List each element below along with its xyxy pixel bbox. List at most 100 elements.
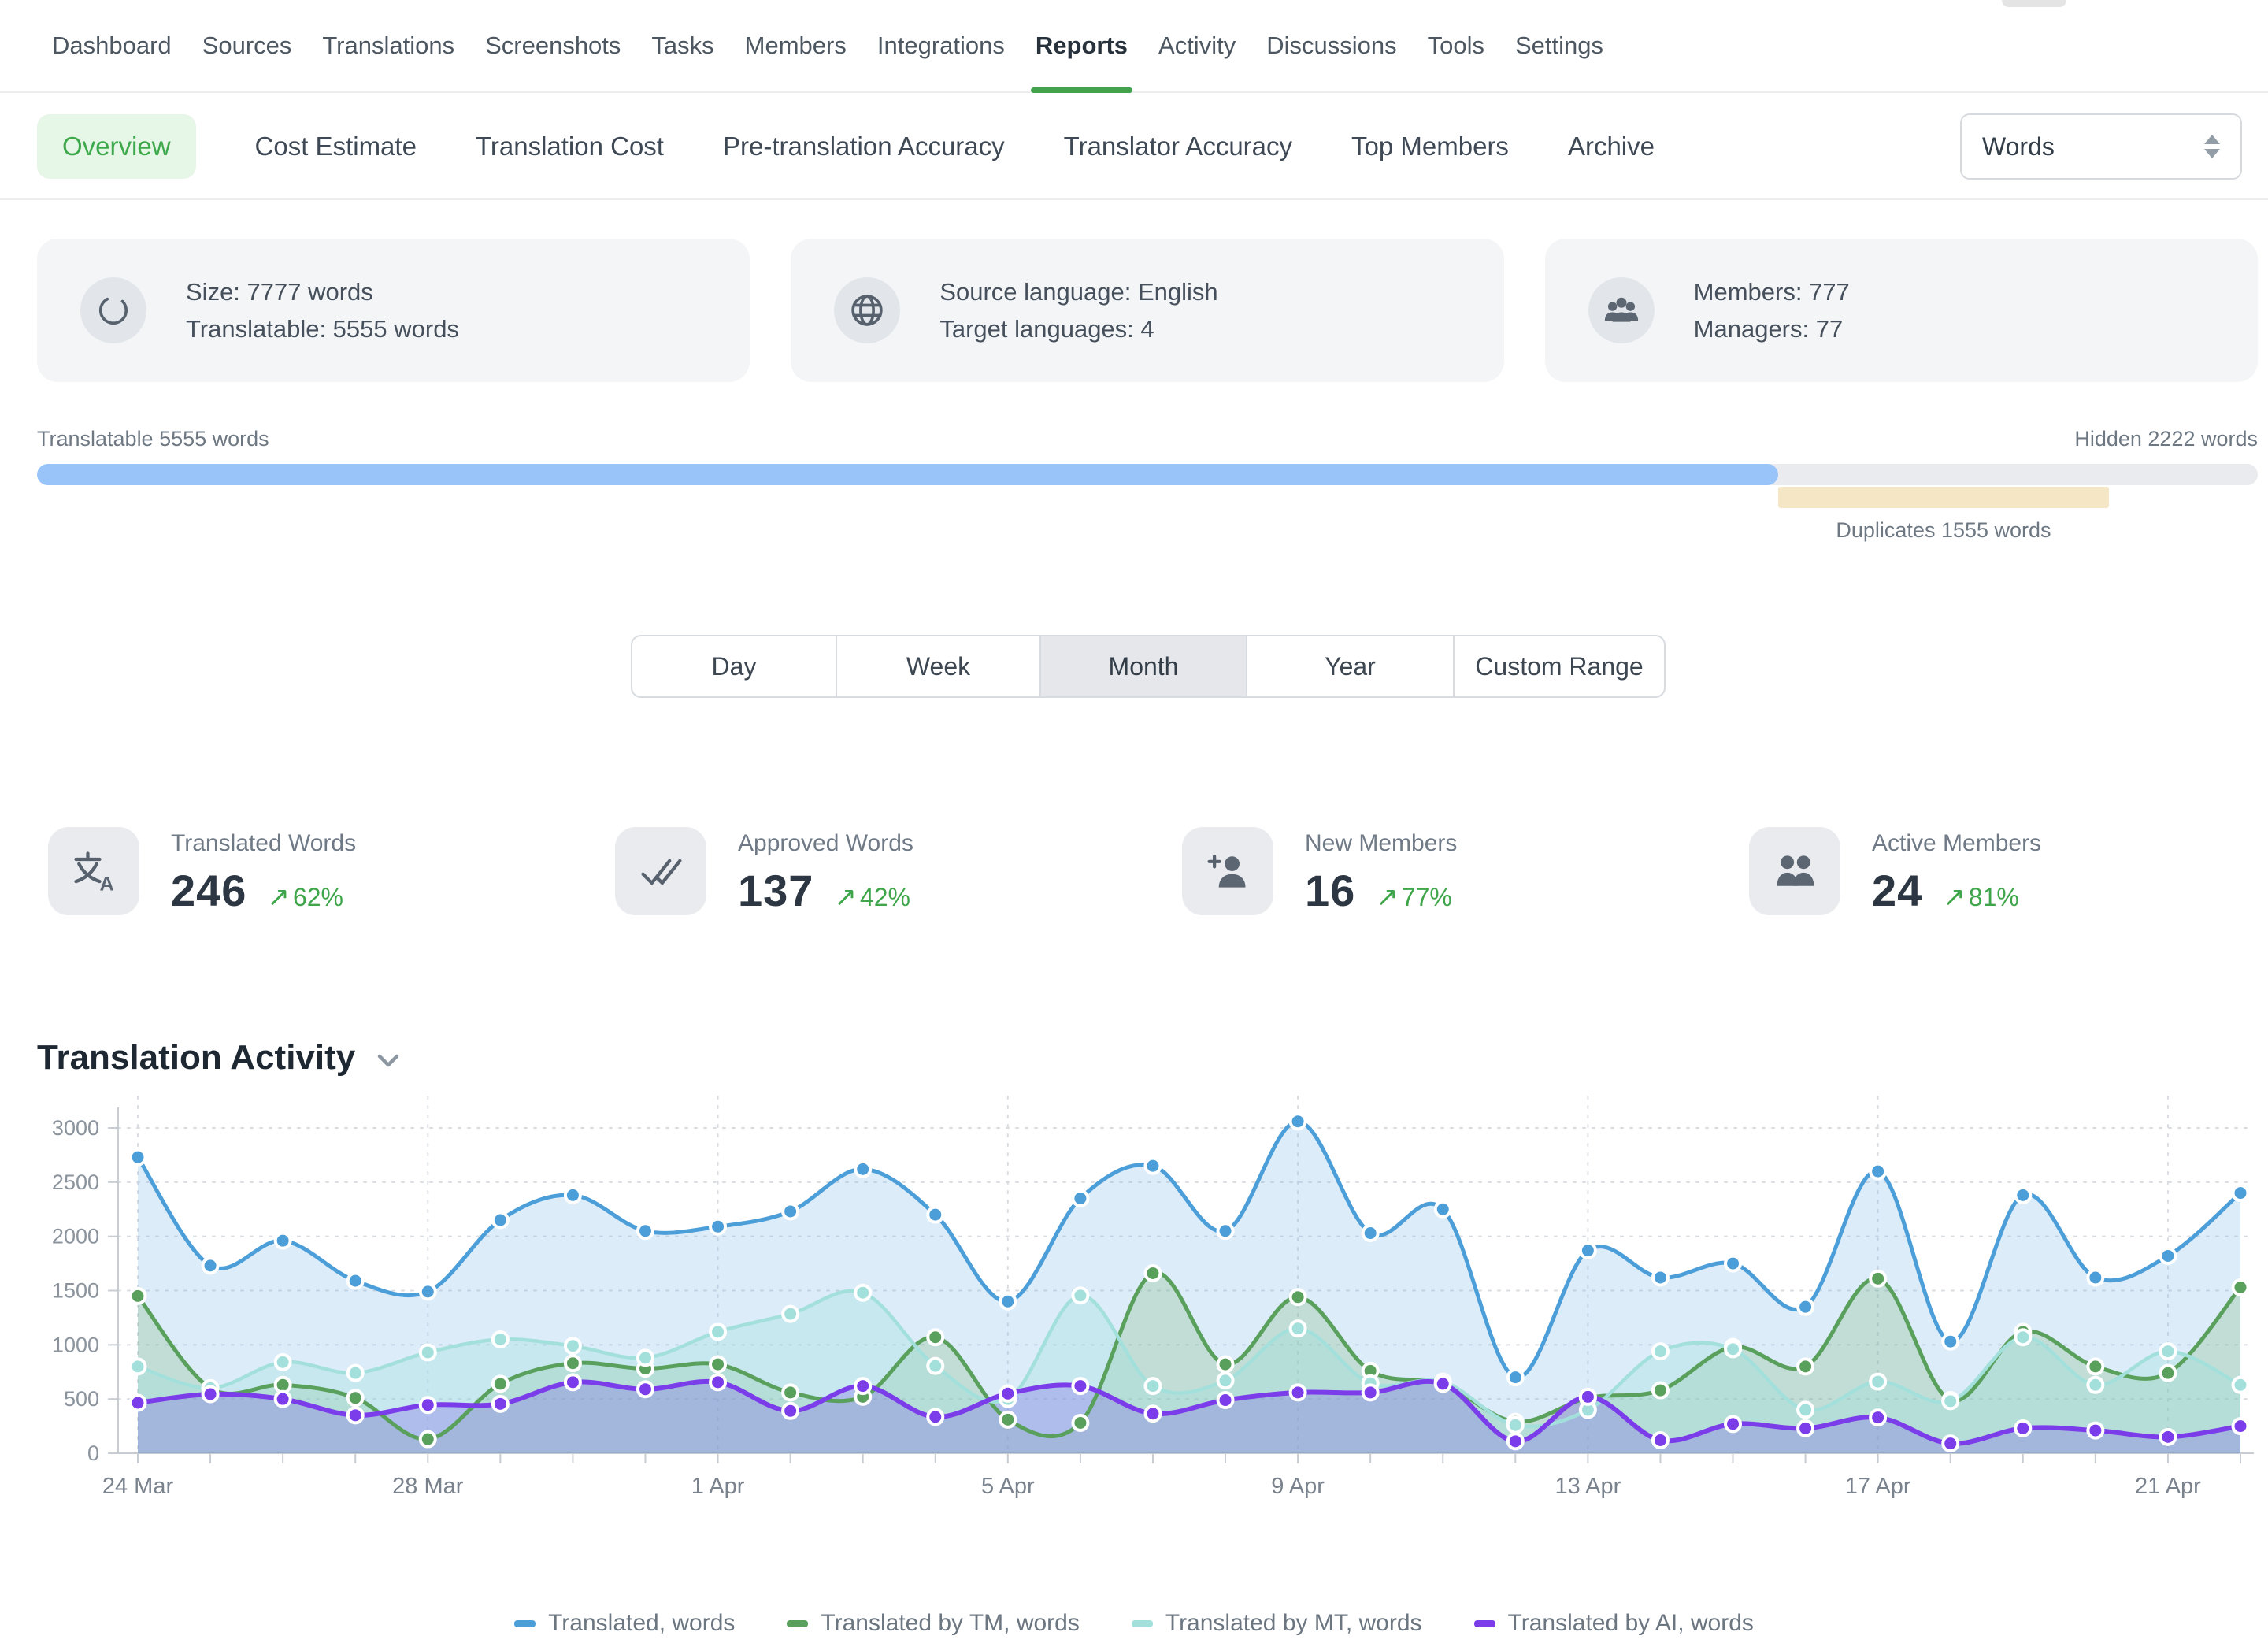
data-point[interactable]	[565, 1356, 580, 1371]
data-point[interactable]	[1798, 1402, 1813, 1417]
legend-translated-by-ai[interactable]: Translated by AI, words	[1474, 1610, 1754, 1637]
data-point[interactable]	[493, 1397, 508, 1411]
data-point[interactable]	[855, 1285, 870, 1300]
data-point[interactable]	[348, 1366, 363, 1381]
data-point[interactable]	[1725, 1341, 1740, 1356]
data-point[interactable]	[131, 1395, 146, 1410]
period-year[interactable]: Year	[1246, 636, 1453, 696]
data-point[interactable]	[1291, 1385, 1306, 1400]
duplicates-bar[interactable]	[1778, 487, 2109, 508]
data-point[interactable]	[1145, 1406, 1160, 1421]
legend-translated-by-mt[interactable]: Translated by MT, words	[1132, 1610, 1422, 1637]
data-point[interactable]	[348, 1390, 363, 1405]
data-point[interactable]	[1218, 1373, 1233, 1388]
legend-translated[interactable]: Translated, words	[514, 1610, 735, 1637]
data-point[interactable]	[710, 1374, 725, 1389]
data-point[interactable]	[1363, 1226, 1378, 1241]
data-point[interactable]	[1870, 1374, 1885, 1389]
data-point[interactable]	[1581, 1389, 1595, 1404]
data-point[interactable]	[928, 1330, 943, 1345]
data-point[interactable]	[1000, 1386, 1015, 1401]
data-point[interactable]	[348, 1274, 363, 1289]
data-point[interactable]	[1508, 1370, 1523, 1385]
data-point[interactable]	[493, 1213, 508, 1228]
data-point[interactable]	[1436, 1376, 1451, 1391]
data-point[interactable]	[1798, 1421, 1813, 1436]
data-point[interactable]	[203, 1258, 218, 1273]
data-point[interactable]	[1798, 1300, 1813, 1315]
data-point[interactable]	[855, 1378, 870, 1393]
data-point[interactable]	[638, 1350, 653, 1365]
tab-top-members[interactable]: Top Members	[1351, 132, 1509, 161]
period-custom-range[interactable]: Custom Range	[1453, 636, 1664, 696]
data-point[interactable]	[928, 1359, 943, 1374]
period-month[interactable]: Month	[1040, 636, 1246, 696]
data-point[interactable]	[1291, 1321, 1306, 1336]
data-point[interactable]	[1943, 1334, 1958, 1349]
data-point[interactable]	[2088, 1270, 2103, 1285]
data-point[interactable]	[1943, 1393, 1958, 1408]
data-point[interactable]	[710, 1324, 725, 1339]
nav-item-screenshots[interactable]: Screenshots	[485, 0, 621, 91]
data-point[interactable]	[565, 1188, 580, 1203]
data-point[interactable]	[710, 1219, 725, 1234]
data-point[interactable]	[1870, 1164, 1885, 1179]
data-point[interactable]	[1000, 1294, 1015, 1309]
nav-item-tools[interactable]: Tools	[1428, 0, 1484, 91]
data-point[interactable]	[1798, 1359, 1813, 1374]
data-point[interactable]	[1581, 1243, 1595, 1258]
data-point[interactable]	[1218, 1357, 1233, 1372]
nav-item-integrations[interactable]: Integrations	[877, 0, 1005, 91]
data-point[interactable]	[2233, 1280, 2248, 1295]
data-point[interactable]	[2160, 1430, 2175, 1445]
nav-item-discussions[interactable]: Discussions	[1266, 0, 1396, 91]
data-point[interactable]	[1073, 1378, 1088, 1393]
nav-item-members[interactable]: Members	[745, 0, 847, 91]
data-point[interactable]	[638, 1382, 653, 1397]
data-point[interactable]	[2088, 1359, 2103, 1374]
nav-item-dashboard[interactable]: Dashboard	[52, 0, 172, 91]
nav-item-activity[interactable]: Activity	[1158, 0, 1236, 91]
data-point[interactable]	[2015, 1421, 2030, 1436]
data-point[interactable]	[1508, 1434, 1523, 1449]
data-point[interactable]	[131, 1289, 146, 1304]
data-point[interactable]	[928, 1207, 943, 1222]
data-point[interactable]	[1653, 1270, 1668, 1285]
data-point[interactable]	[1653, 1383, 1668, 1398]
data-point[interactable]	[276, 1392, 291, 1407]
data-point[interactable]	[2015, 1188, 2030, 1203]
data-point[interactable]	[2233, 1419, 2248, 1434]
data-point[interactable]	[421, 1284, 435, 1299]
data-point[interactable]	[2160, 1366, 2175, 1381]
legend-translated-by-tm[interactable]: Translated by TM, words	[787, 1610, 1079, 1637]
period-day[interactable]: Day	[632, 636, 836, 696]
data-point[interactable]	[276, 1233, 291, 1248]
data-point[interactable]	[1145, 1378, 1160, 1393]
data-point[interactable]	[1653, 1344, 1668, 1359]
data-point[interactable]	[1291, 1114, 1306, 1129]
data-point[interactable]	[2160, 1344, 2175, 1359]
data-point[interactable]	[493, 1376, 508, 1391]
nav-item-translations[interactable]: Translations	[322, 0, 454, 91]
period-week[interactable]: Week	[836, 636, 1040, 696]
data-point[interactable]	[1653, 1433, 1668, 1448]
data-point[interactable]	[1508, 1418, 1523, 1433]
data-point[interactable]	[1363, 1385, 1378, 1400]
tab-translation-cost[interactable]: Translation Cost	[476, 132, 664, 161]
data-point[interactable]	[2088, 1378, 2103, 1393]
data-point[interactable]	[2160, 1248, 2175, 1263]
chevron-down-icon[interactable]	[376, 1053, 401, 1069]
data-point[interactable]	[1291, 1289, 1306, 1304]
translatable-progress-bar[interactable]	[37, 464, 2258, 485]
data-point[interactable]	[1145, 1159, 1160, 1174]
data-point[interactable]	[1218, 1223, 1233, 1238]
data-point[interactable]	[928, 1409, 943, 1424]
nav-item-reports[interactable]: Reports	[1036, 0, 1128, 91]
data-point[interactable]	[1073, 1415, 1088, 1430]
data-point[interactable]	[565, 1338, 580, 1353]
data-point[interactable]	[783, 1204, 798, 1219]
tab-overview[interactable]: Overview	[37, 114, 196, 179]
data-point[interactable]	[1218, 1393, 1233, 1408]
data-point[interactable]	[638, 1223, 653, 1238]
data-point[interactable]	[855, 1162, 870, 1177]
